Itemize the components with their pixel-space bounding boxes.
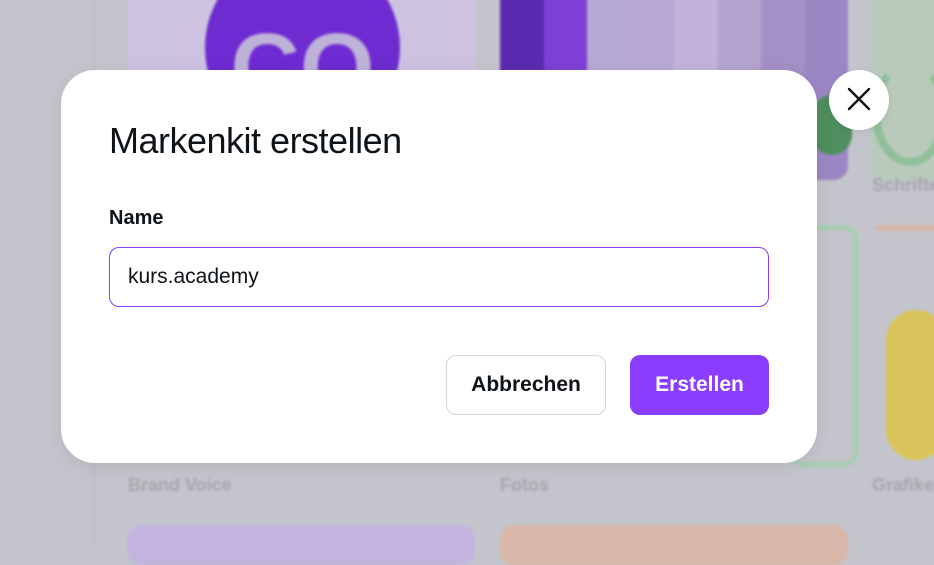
create-button[interactable]: Erstellen [630, 355, 769, 415]
card-label-grafiken: Grafiken [872, 475, 934, 495]
create-brand-kit-dialog: Markenkit erstellen Name Abbrechen Erste… [61, 70, 817, 463]
name-input[interactable] [109, 247, 769, 307]
card-label-fotos: Fotos [500, 475, 549, 495]
next-row-card[interactable] [500, 525, 848, 565]
decorative-bar [876, 225, 934, 231]
card-label-brand-voice: Brand Voice [128, 475, 232, 495]
dialog-title: Markenkit erstellen [109, 120, 402, 161]
name-field-label: Name [109, 207, 164, 229]
card-label-schriften: Schriften [872, 175, 934, 195]
graphics-card-preview[interactable] [886, 310, 934, 460]
cancel-button[interactable]: Abbrechen [446, 355, 606, 415]
close-icon [846, 86, 872, 115]
next-row-card[interactable] [127, 525, 475, 565]
close-dialog-button[interactable] [829, 70, 889, 130]
